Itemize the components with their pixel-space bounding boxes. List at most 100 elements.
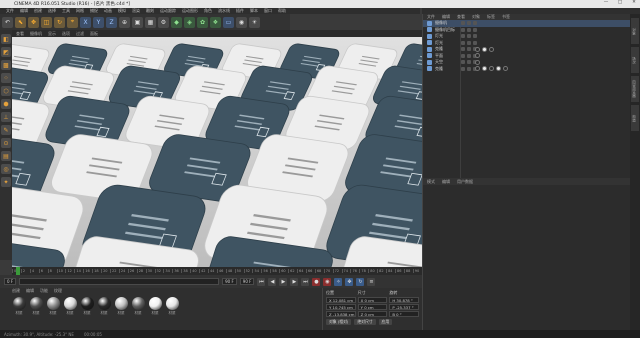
live-selection-icon[interactable]: ⬉	[15, 16, 26, 28]
material-swatch[interactable]: 材质	[80, 297, 94, 316]
3d-viewport[interactable]	[12, 37, 422, 267]
material-tag-icon[interactable]	[475, 66, 480, 72]
autokey-icon[interactable]: ◉	[323, 277, 332, 286]
material-swatch[interactable]: 材质	[148, 297, 162, 316]
coords-field[interactable]: X 12.081 cm	[326, 297, 356, 303]
material-tag-icon[interactable]	[482, 46, 487, 52]
tweak-mode-icon[interactable]: ✎	[1, 125, 11, 135]
coords-mode-dropdown[interactable]: 对象 (相对)	[326, 319, 352, 325]
material-tag-icon[interactable]	[503, 66, 508, 72]
go-to-end-icon[interactable]: ⏭	[301, 277, 310, 286]
workplane-icon[interactable]: ▤	[1, 151, 11, 161]
start-frame-field[interactable]: 0 F	[4, 278, 17, 285]
material-tag-icon[interactable]	[489, 66, 494, 72]
render-picture-viewer-icon[interactable]: ▦	[145, 16, 156, 28]
material-tag-icon[interactable]	[496, 66, 501, 72]
material-tag-icon[interactable]	[475, 59, 480, 65]
close-button[interactable]: ✕	[630, 0, 638, 5]
material-swatch[interactable]: 材质	[12, 297, 26, 316]
enable-check-icon[interactable]	[473, 27, 477, 32]
render-settings-icon[interactable]: ⚙	[158, 16, 169, 28]
viewport-menu-item[interactable]: 过滤	[76, 31, 84, 37]
sculpt-icon[interactable]: ✦	[1, 177, 11, 187]
minimize-button[interactable]: —	[602, 0, 610, 5]
editor-visibility-icon[interactable]	[461, 34, 465, 39]
model-mode-icon[interactable]: ◩	[1, 47, 11, 57]
coordinate-system-icon[interactable]: ⊕	[119, 16, 130, 28]
coords-size-mode-dropdown[interactable]: 绝对尺寸	[354, 319, 376, 325]
snap-icon[interactable]: ⊙	[1, 138, 11, 148]
preview-end-field[interactable]: 90 F	[239, 278, 255, 285]
editor-visibility-icon[interactable]	[461, 21, 465, 26]
axis-mode-icon[interactable]: ⊥	[1, 112, 11, 122]
coords-field[interactable]: B 0 °	[389, 311, 420, 317]
material-swatch[interactable]: 材质	[131, 297, 145, 316]
play-icon[interactable]: ▶	[279, 277, 288, 286]
material-menu-item[interactable]: 纹理	[54, 288, 62, 294]
object-visibility-flags[interactable]	[461, 27, 477, 32]
timeline-menu-icon[interactable]: ≡	[367, 277, 376, 286]
editor-visibility-icon[interactable]	[461, 27, 465, 32]
viewport-menu-item[interactable]: 选项	[62, 31, 70, 37]
object-row[interactable]: 克隆	[423, 66, 630, 73]
render-visibility-icon[interactable]	[467, 53, 471, 58]
render-view-icon[interactable]: ▣	[132, 16, 143, 28]
coords-field[interactable]: Y 0 cm	[357, 304, 388, 310]
material-swatch[interactable]: 材质	[165, 297, 179, 316]
viewport-menu-item[interactable]: 面板	[90, 31, 98, 37]
timeline-playhead[interactable]	[16, 267, 20, 275]
material-tag-icon[interactable]	[475, 53, 480, 59]
coords-apply-button[interactable]: 应用	[378, 319, 393, 325]
scale-icon[interactable]: ◫	[41, 16, 52, 28]
x-axis-icon[interactable]: X	[80, 16, 91, 28]
editor-visibility-icon[interactable]	[461, 66, 465, 71]
render-visibility-icon[interactable]	[467, 34, 471, 39]
object-visibility-flags[interactable]	[461, 34, 477, 39]
material-menu-item[interactable]: 创建	[12, 288, 20, 294]
deformer-icon[interactable]: ❖	[210, 16, 221, 28]
end-frame-field[interactable]: 90 F	[222, 278, 237, 285]
position-key-icon[interactable]: ✥	[345, 277, 354, 286]
rotation-key-icon[interactable]: ↻	[356, 277, 365, 286]
points-mode-icon[interactable]: ⁘	[1, 73, 11, 83]
material-swatch[interactable]: 材质	[97, 297, 111, 316]
array-icon[interactable]: ✿	[197, 16, 208, 28]
move-icon[interactable]: ✥	[28, 16, 39, 28]
material-tag-icon[interactable]	[489, 46, 494, 52]
coords-field[interactable]: X 0 cm	[357, 297, 388, 303]
enable-check-icon[interactable]	[473, 40, 477, 45]
material-menu-item[interactable]: 功能	[40, 288, 48, 294]
maximize-button[interactable]: □	[616, 0, 624, 5]
material-tag-icon[interactable]	[475, 46, 480, 52]
floor-icon[interactable]: ▭	[223, 16, 234, 28]
render-visibility-icon[interactable]	[467, 60, 471, 65]
coords-field[interactable]: Y 10.745 cm	[326, 304, 356, 310]
attribute-menu-item[interactable]: 编辑	[442, 179, 450, 185]
editor-visibility-icon[interactable]	[461, 60, 465, 65]
prev-key-icon[interactable]: ◀	[268, 277, 277, 286]
viewport-menu-item[interactable]: 显示	[48, 31, 56, 37]
render-visibility-icon[interactable]	[467, 21, 471, 26]
side-tab[interactable]: 构造	[631, 105, 639, 131]
side-tab[interactable]: 内容浏览器	[631, 76, 639, 102]
edges-mode-icon[interactable]: ⬡	[1, 86, 11, 96]
attribute-menu-item[interactable]: 用户数据	[457, 179, 473, 185]
cube-icon[interactable]: ◆	[171, 16, 182, 28]
light-icon[interactable]: ☀	[249, 16, 260, 28]
texture-mode-icon[interactable]: ▩	[1, 60, 11, 70]
editor-visibility-icon[interactable]	[461, 53, 465, 58]
timeline-ruler[interactable]: 0246810121416182022242628303234363840424…	[12, 267, 422, 275]
material-swatch[interactable]: 材质	[63, 297, 77, 316]
material-swatch[interactable]: 材质	[114, 297, 128, 316]
go-to-start-icon[interactable]: ⏮	[257, 277, 266, 286]
camera-icon[interactable]: ◉	[236, 16, 247, 28]
keyframe-selection-icon[interactable]: ✧	[334, 277, 343, 286]
editor-visibility-icon[interactable]	[461, 47, 465, 52]
locked-workplane-icon[interactable]: ◎	[1, 164, 11, 174]
coords-field[interactable]: H 30.878 °	[389, 297, 420, 303]
object-visibility-flags[interactable]	[461, 21, 477, 26]
material-tag-icon[interactable]	[482, 66, 487, 72]
render-visibility-icon[interactable]	[467, 47, 471, 52]
render-visibility-icon[interactable]	[467, 27, 471, 32]
material-menu-item[interactable]: 编辑	[26, 288, 34, 294]
